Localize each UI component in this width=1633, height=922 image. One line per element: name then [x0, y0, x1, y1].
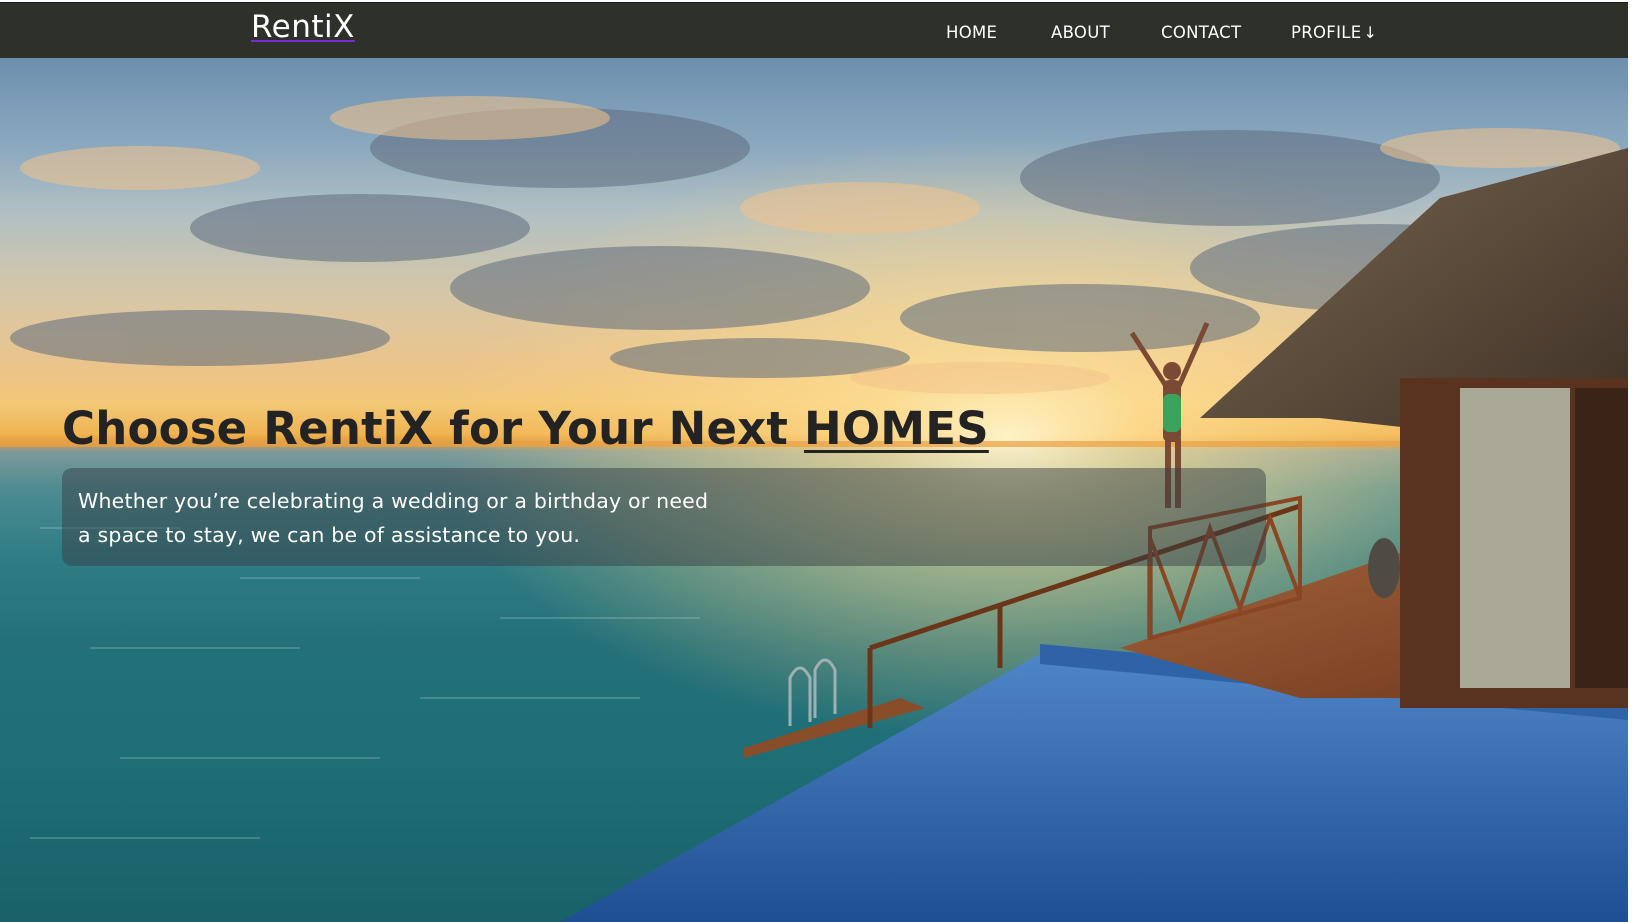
- page-frame: RentiX HOME ABOUT CONTACT PROFILE ↓ Choo…: [0, 0, 1628, 922]
- nav-profile-label: PROFILE: [1291, 23, 1362, 42]
- hero-headline: Choose RentiX for Your Next HOMES: [62, 402, 989, 455]
- hero-section: Choose RentiX for Your Next HOMES Whethe…: [0, 58, 1628, 922]
- hero-headline-prefix: Choose RentiX for Your Next: [62, 402, 804, 455]
- hero-headline-accent-link[interactable]: HOMES: [804, 402, 989, 455]
- hero-subtext: Whether you’re celebrating a wedding or …: [78, 489, 709, 547]
- nav-about-link[interactable]: ABOUT: [1051, 23, 1110, 42]
- brand-logo[interactable]: RentiX: [251, 9, 355, 45]
- nav-contact-link[interactable]: CONTACT: [1161, 23, 1241, 42]
- arrow-down-icon: ↓: [1363, 23, 1378, 42]
- hero-subtext-box: Whether you’re celebrating a wedding or …: [62, 468, 1266, 566]
- top-navbar: RentiX HOME ABOUT CONTACT PROFILE ↓: [0, 2, 1628, 58]
- nav-home-link[interactable]: HOME: [946, 23, 997, 42]
- nav-profile-dropdown[interactable]: PROFILE ↓: [1291, 23, 1377, 42]
